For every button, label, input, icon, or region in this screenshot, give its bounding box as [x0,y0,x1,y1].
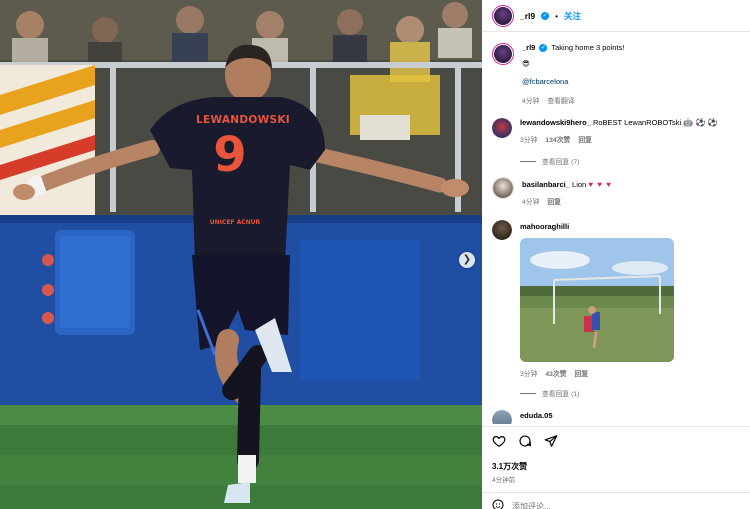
chevron-right-icon: ❯ [462,254,472,265]
comment-time: 3分钟 [520,371,538,379]
caption-username[interactable]: _rl9 [522,43,535,53]
comment-username[interactable]: mahooraghilli [520,222,569,231]
footer-divider [482,492,750,493]
comments-section[interactable]: _rl9 ✓ Taking home 3 points! 😎 @fcbarcel… [492,38,744,424]
comment-time: 3分钟 [520,136,538,144]
verified-badge-icon: ✓ [539,44,548,53]
avatar[interactable] [492,177,514,199]
view-replies-button[interactable]: 查看回复 (1) [520,388,579,398]
post-time: 4分钟前 [492,477,516,484]
emoji-icon[interactable] [492,499,504,509]
photo-scene [0,0,482,509]
comment-image[interactable] [520,238,674,363]
add-comment-row[interactable]: 添加评论... [492,499,551,509]
view-replies-label: 查看回复 (1) [542,391,580,398]
view-replies-label: 查看回复 (7) [542,159,580,166]
follow-button[interactable]: 关注 [564,10,581,22]
caption: _rl9 ✓ Taking home 3 points! 😎 @fcbarcel… [492,43,624,105]
avatar[interactable] [492,5,514,27]
view-replies-button[interactable]: 查看回复 (7) [520,156,579,166]
comment-likes[interactable]: 134次赞 [545,134,570,144]
translate-link[interactable]: 查看翻译 [547,95,574,105]
comment-icon[interactable] [518,434,532,453]
caption-mention-link[interactable]: @fcbarcelona [522,77,624,87]
replies-line [520,160,536,162]
caption-text: Taking home 3 points! [551,43,625,52]
caption-time: 4分钟 [522,98,540,106]
avatar[interactable] [492,410,512,424]
next-photo-button[interactable]: ❯ [459,252,475,268]
heart-emoji-icons: ♥ ♥ ♥ [588,180,613,189]
actions-divider [482,426,750,427]
likes-count[interactable]: 3.1万次赞 [492,461,527,472]
avatar[interactable] [492,220,512,240]
comment-time: 4分钟 [522,198,540,206]
verified-badge-icon: ✓ [541,12,550,20]
separator-dot: • [555,11,558,21]
comment-item: lewandowski9hero_ RoBEST LewanROBOTski 🤖… [492,118,718,144]
header-divider [482,31,750,32]
jersey-sponsor: UNICEF ACNUR [209,219,261,226]
comment-text: Lion [572,180,587,189]
comment-username[interactable]: basilanbarci_ [522,180,570,189]
comment-item: basilanbarci_ Lion ♥ ♥ ♥ 4分钟 回复 [492,177,612,206]
reply-button[interactable]: 回复 [547,196,561,206]
post-actions [492,434,558,453]
jersey-name: LEWANDOWSKI [196,114,291,126]
post-photo[interactable]: LEWANDOWSKI 9 UNICEF ACNUR ❯ [0,0,482,509]
post-header: _rl9 ✓ • 关注 [492,5,581,27]
comment-username[interactable]: lewandowski9hero_ [520,118,591,127]
add-comment-input[interactable]: 添加评论... [512,501,551,509]
replies-line [520,392,536,394]
header-username[interactable]: _rl9 [520,11,535,21]
comment-text: RoBEST LewanROBOTski [592,118,682,127]
reply-button[interactable]: 回复 [578,134,592,144]
avatar[interactable] [492,118,512,138]
jersey-number: 9 [213,127,247,183]
reply-button[interactable]: 回复 [575,368,589,378]
post-side-panel: _rl9 ✓ • 关注 _rl9 ✓ Taking home 3 points!… [482,0,750,509]
comment-username[interactable]: eduda.05 [520,411,553,420]
caption-emoji: 😎 [522,59,530,69]
comment-emoji: 🤖 ⚽ ⚽ [683,118,718,127]
comment-item: mahooraghilli 3分钟 43次赞 回复 [492,220,674,378]
comment-image-scene [520,238,674,363]
avatar[interactable] [492,43,514,65]
heart-icon[interactable] [492,434,506,453]
comment-item: eduda.05 [492,410,553,424]
comment-likes[interactable]: 43次赞 [545,368,566,378]
share-icon[interactable] [544,434,558,453]
